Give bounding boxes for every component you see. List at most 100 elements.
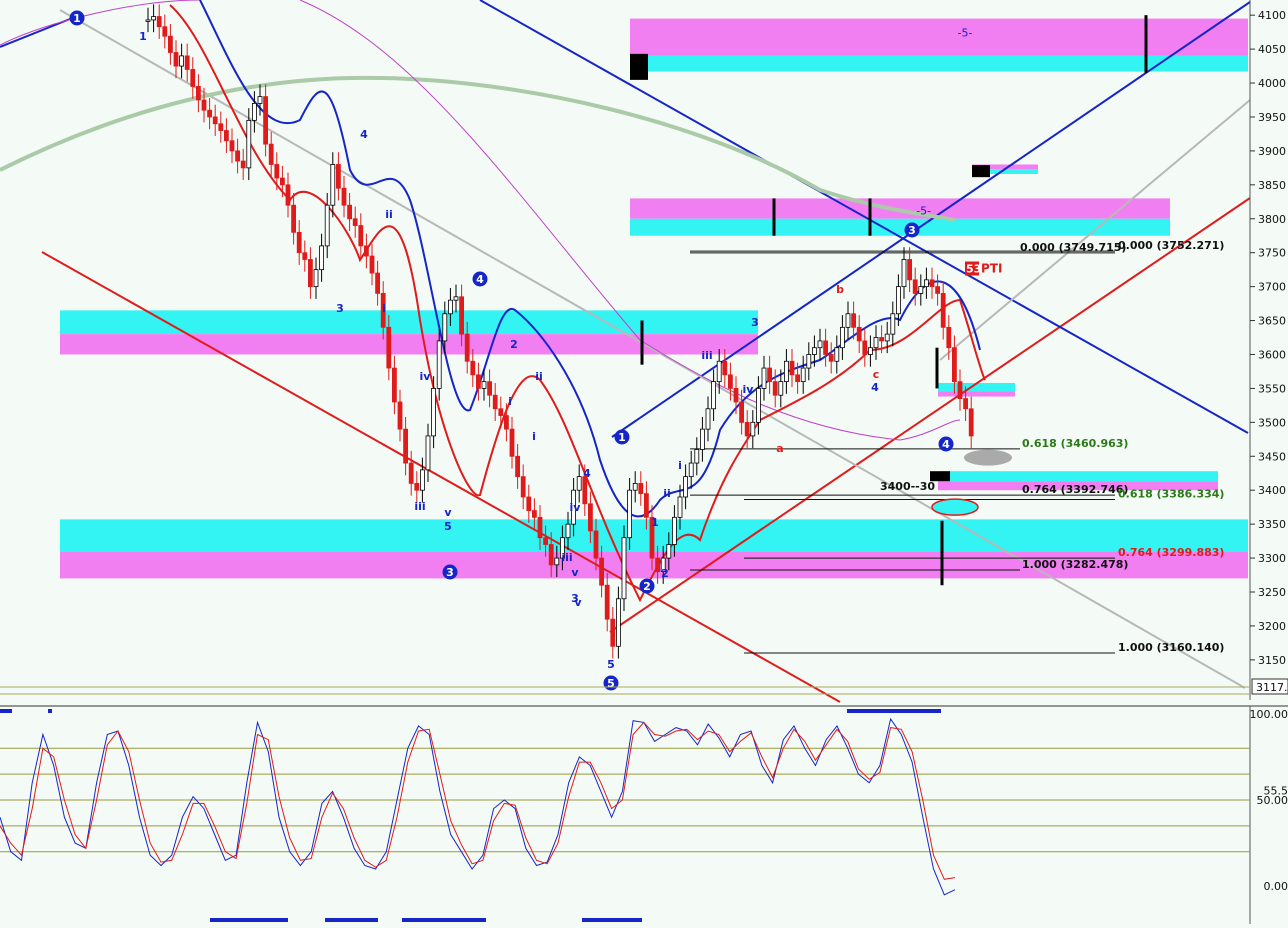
candle-body <box>252 103 256 120</box>
price-tick-label: 3700 <box>1258 281 1286 294</box>
candle-body <box>336 164 340 188</box>
price-tick-label: 3500 <box>1258 416 1286 429</box>
candle-body <box>958 382 962 399</box>
range-bar <box>48 709 52 713</box>
zone-band-lower <box>630 56 1248 72</box>
candle-body <box>616 599 620 647</box>
candle-body <box>678 497 682 517</box>
candle-body <box>633 483 637 490</box>
candle-body <box>644 494 648 518</box>
range-bar <box>0 709 12 713</box>
candle-body <box>952 348 956 382</box>
fib-level-label: 0.618 (3460.963) <box>1022 437 1128 450</box>
candle-body <box>577 477 581 491</box>
wave-label: 3 <box>908 224 916 237</box>
candle-body <box>829 354 833 361</box>
candle-body <box>202 100 206 110</box>
cyan-ellipse <box>932 499 978 515</box>
price-tick-label: 3850 <box>1258 179 1286 192</box>
candle-body <box>426 436 430 470</box>
candle-body <box>280 178 284 185</box>
candle-body <box>443 314 447 341</box>
price-tick-label: 3400 <box>1258 484 1286 497</box>
candle-body <box>762 368 766 388</box>
candle-body <box>521 477 525 497</box>
candle-body <box>544 538 548 545</box>
candle-body <box>342 188 346 205</box>
candle-body <box>706 409 710 429</box>
candle-body <box>656 558 660 572</box>
zone-marker <box>630 54 648 80</box>
candle-body <box>359 226 363 246</box>
pti-count: 53 <box>966 263 981 276</box>
wave-label: 1 <box>139 30 147 43</box>
price-tick-label: 3350 <box>1258 518 1286 531</box>
candle-body <box>538 517 542 537</box>
wave-label: 2 <box>643 580 651 593</box>
wave-label: ii <box>535 370 543 383</box>
range-bar <box>847 709 941 713</box>
fib-level-label: 1.000 (3160.140) <box>1118 641 1224 654</box>
candle-body <box>852 314 856 328</box>
candle-body <box>152 17 156 20</box>
candle-body <box>924 280 928 287</box>
candle-body <box>812 348 816 355</box>
candle-body <box>728 375 732 389</box>
fib-level-label: 1.000 (3282.478) <box>1022 558 1128 571</box>
price-tick-label: 3550 <box>1258 382 1286 395</box>
wave-label: 3 <box>336 302 344 315</box>
candle-body <box>325 205 329 246</box>
candle-body <box>672 517 676 544</box>
wave-label: 1 <box>618 431 626 444</box>
candle-body <box>756 388 760 422</box>
wave-label: 5 <box>607 658 615 671</box>
candle-body <box>857 327 861 341</box>
wave-label: v <box>444 506 452 519</box>
candle-body <box>639 483 643 493</box>
candle-body <box>275 164 279 178</box>
candle-body <box>230 141 234 151</box>
wave-label: b <box>836 283 844 296</box>
candle-body <box>840 327 844 347</box>
candle-body <box>667 544 671 558</box>
candle-body <box>415 483 419 490</box>
candle-body <box>297 232 301 252</box>
candle-body <box>314 270 318 287</box>
candle-body <box>196 86 200 100</box>
candle-body <box>420 470 424 490</box>
pti-label: PTI <box>981 262 1002 276</box>
wave-label: ii <box>385 208 393 221</box>
candle-body <box>157 17 161 27</box>
candle-body <box>919 287 923 294</box>
price-tick-label: 4050 <box>1258 43 1286 56</box>
wave-label: v <box>571 566 579 579</box>
candle-body <box>768 368 772 382</box>
candle-body <box>454 297 458 300</box>
price-tick-label: 4100 <box>1258 9 1286 22</box>
zone-band-lower <box>60 334 758 354</box>
price-tick-label: 3600 <box>1258 348 1286 361</box>
wave-label: i <box>532 430 536 443</box>
price-tick-label: 3950 <box>1258 111 1286 124</box>
candle-body <box>846 314 850 328</box>
fib-level-label: 0.618 (3386.334) <box>1118 487 1224 500</box>
candle-body <box>376 273 380 293</box>
candle-body <box>964 399 968 409</box>
candle-body <box>465 334 469 361</box>
candle-body <box>818 341 822 348</box>
candle-body <box>566 524 570 538</box>
wave-label: i <box>508 395 512 408</box>
wave-label: 4 <box>360 128 368 141</box>
wave-label: ii <box>663 487 671 500</box>
price-tick-label: 3200 <box>1258 620 1286 633</box>
candle-body <box>779 382 783 396</box>
candle-body <box>784 361 788 381</box>
candle-body <box>868 348 872 355</box>
candle-body <box>583 477 587 504</box>
candle-body <box>320 246 324 270</box>
candle-body <box>863 341 867 355</box>
zone-label: -5- <box>916 204 931 217</box>
candle-body <box>712 382 716 409</box>
wave-label: 2 <box>510 338 518 351</box>
wave-label: 3 <box>751 316 759 329</box>
